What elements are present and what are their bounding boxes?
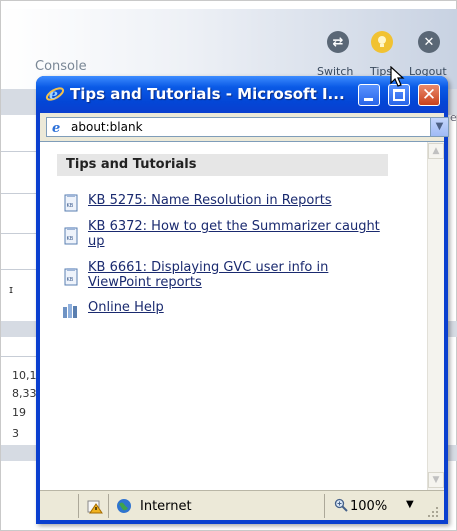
address-dropdown-icon[interactable]: ▼ bbox=[430, 118, 448, 136]
table-value: 10,1 bbox=[12, 369, 37, 382]
resize-grip-icon[interactable] bbox=[426, 505, 440, 519]
divider bbox=[1, 193, 41, 194]
svg-text:e: e bbox=[49, 87, 58, 103]
svg-text:e: e bbox=[52, 121, 60, 134]
tips-popup-window: e Tips and Tutorials - Microsoft I... ✕ … bbox=[36, 76, 449, 524]
minimize-button[interactable] bbox=[358, 84, 380, 106]
address-bar[interactable]: e about:blank ▼ bbox=[46, 117, 449, 137]
divider bbox=[1, 356, 41, 357]
security-zone: Internet bbox=[140, 499, 192, 514]
zoom-level[interactable]: 100% bbox=[350, 499, 387, 514]
divider bbox=[1, 233, 41, 234]
close-circle-icon[interactable]: ✕ bbox=[418, 31, 440, 53]
divider bbox=[1, 151, 41, 152]
vertical-scrollbar[interactable]: ▲ ▼ bbox=[427, 142, 444, 490]
mouse-cursor-icon bbox=[390, 66, 405, 87]
table-value: 3 bbox=[12, 427, 19, 440]
address-text[interactable]: about:blank bbox=[71, 120, 143, 134]
lightbulb-icon[interactable] bbox=[371, 31, 393, 53]
svg-text:KB: KB bbox=[67, 236, 74, 242]
title-bar[interactable]: e Tips and Tutorials - Microsoft I... ✕ bbox=[36, 76, 448, 113]
console-title: Console bbox=[35, 59, 87, 74]
edge-fragment: e bbox=[450, 111, 457, 124]
divider bbox=[108, 494, 109, 518]
tutorials-heading: Tips and Tutorials bbox=[57, 154, 388, 176]
status-bar: Internet 100% ▼ bbox=[40, 490, 444, 520]
table-value: 8,33 bbox=[12, 387, 37, 400]
maximize-icon bbox=[393, 89, 405, 101]
window-title: Tips and Tutorials - Microsoft I... bbox=[70, 85, 345, 103]
help-book-icon bbox=[63, 304, 77, 318]
kb-6661-link[interactable]: KB 6661: Displaying GVC user info in Vie… bbox=[88, 260, 388, 290]
globe-icon bbox=[117, 499, 131, 513]
divider bbox=[1, 269, 41, 270]
page-content: Tips and Tutorials KB KB 5275: Name Reso… bbox=[40, 141, 444, 490]
switch-icon[interactable]: ⇄ bbox=[327, 31, 349, 53]
page-icon: e bbox=[52, 121, 60, 134]
minimize-icon bbox=[364, 98, 373, 101]
table-value: 19 bbox=[12, 406, 26, 419]
online-help-link[interactable]: Online Help bbox=[88, 300, 388, 315]
divider bbox=[78, 494, 79, 518]
ie-logo-icon: e bbox=[45, 87, 65, 103]
zoom-icon[interactable] bbox=[334, 498, 348, 512]
kb-document-icon: KB bbox=[64, 194, 78, 212]
close-button[interactable]: ✕ bbox=[418, 84, 440, 106]
svg-text:KB: KB bbox=[67, 277, 74, 283]
row-fragment: ɪ bbox=[9, 283, 14, 296]
kb-document-icon: KB bbox=[64, 227, 78, 245]
svg-text:KB: KB bbox=[67, 203, 74, 209]
security-warning-icon[interactable] bbox=[87, 498, 103, 514]
divider bbox=[324, 494, 325, 518]
scroll-down-icon[interactable]: ▼ bbox=[428, 472, 444, 488]
kb-document-icon: KB bbox=[64, 268, 78, 286]
kb-5275-link[interactable]: KB 5275: Name Resolution in Reports bbox=[88, 193, 388, 208]
close-icon: ✕ bbox=[421, 85, 437, 105]
zoom-dropdown-icon[interactable]: ▼ bbox=[406, 499, 414, 510]
scroll-up-icon[interactable]: ▲ bbox=[428, 143, 444, 159]
kb-6372-link[interactable]: KB 6372: How to get the Summarizer caugh… bbox=[88, 219, 388, 249]
address-bar-row: e about:blank ▼ bbox=[40, 113, 449, 141]
